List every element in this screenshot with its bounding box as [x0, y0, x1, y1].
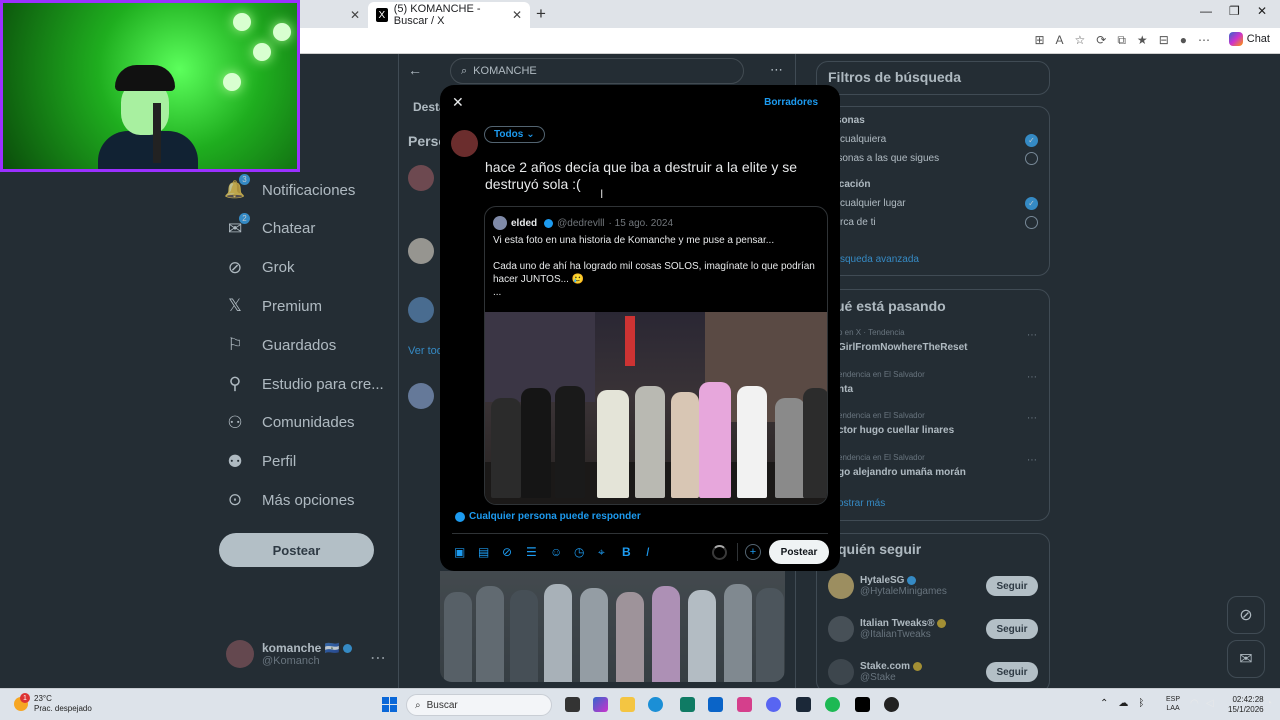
close-icon[interactable]: ✕ [452, 94, 464, 111]
minimize-icon[interactable]: — [1200, 4, 1212, 18]
tab-title: (5) KOMANCHE - Buscar / X [393, 3, 481, 27]
x-favicon-icon: X [376, 8, 388, 22]
reply-setting[interactable]: Cualquier persona puede responder [455, 511, 641, 522]
task-view-icon[interactable] [565, 697, 580, 712]
x-app-icon[interactable] [855, 697, 870, 712]
quoted-date: · 15 ago. 2024 [608, 217, 674, 229]
spotify-icon[interactable] [825, 697, 840, 712]
steam-icon[interactable] [796, 697, 811, 712]
character-count-ring-icon [712, 545, 727, 560]
collections-icon[interactable]: ⊟ [1159, 33, 1169, 48]
quoted-ellipsis: ... [493, 287, 502, 298]
system-tray: ⌃ ☁ ᛒ [1100, 698, 1144, 709]
quoted-photo[interactable] [485, 312, 827, 504]
menu-dots-icon[interactable]: ⋯ [1198, 33, 1210, 48]
text-cursor-icon: I [600, 187, 604, 201]
bluetooth-icon[interactable]: ᛒ [1138, 698, 1144, 709]
audience-selector[interactable]: Todos ⌄ [484, 126, 545, 143]
wifi-icon[interactable]: ◠ [1190, 698, 1199, 709]
volume-icon[interactable]: ◁ [1206, 698, 1214, 709]
outlook-icon[interactable] [708, 697, 723, 712]
terminal-icon[interactable] [680, 697, 695, 712]
chevron-down-icon: ⌄ [526, 129, 535, 140]
divider [737, 543, 738, 561]
cloud-icon[interactable]: ☁ [1118, 698, 1128, 709]
drafts-button[interactable]: Borradores [764, 97, 818, 108]
quoted-line: Cada uno de ahí ha logrado mil cosas SOL… [493, 261, 815, 285]
quoted-line: Vi esta foto en una historia de Komanche… [493, 235, 775, 246]
webcam-overlay [0, 0, 300, 172]
favorite-star-icon[interactable]: ☆ [1075, 33, 1086, 48]
weather-widget[interactable]: 1 23°C Prac. despejado [14, 693, 92, 714]
clock[interactable]: 02:42:28 15/1/2026 [1228, 695, 1264, 715]
quoted-name: elded [511, 217, 538, 229]
media-icon[interactable]: ▣ [454, 545, 465, 559]
grok-icon[interactable]: ⊘ [502, 545, 512, 559]
location-icon[interactable]: ⌖ [598, 545, 605, 560]
sun-icon: 1 [14, 693, 30, 711]
app-available-icon[interactable]: ⊞ [1034, 33, 1044, 48]
globe-icon [455, 511, 465, 522]
tab-close-icon[interactable]: ✕ [512, 8, 522, 22]
maximize-icon[interactable]: ❐ [1229, 4, 1240, 18]
favorites-icon[interactable]: ★ [1137, 33, 1148, 48]
split-screen-icon[interactable]: ⧉ [1117, 33, 1126, 48]
add-post-icon[interactable]: + [745, 544, 761, 560]
compose-modal: ✕ Borradores Todos ⌄ hace 2 años decía q… [440, 85, 840, 571]
obs-icon[interactable] [884, 697, 899, 712]
instagram-icon[interactable] [737, 697, 752, 712]
divider [452, 533, 828, 534]
windows-start-icon[interactable] [382, 697, 397, 712]
tab-close-icon[interactable]: ✕ [350, 8, 360, 22]
browser-tab-active[interactable]: X (5) KOMANCHE - Buscar / X ✕ [368, 2, 530, 28]
profile-icon[interactable]: ● [1180, 33, 1187, 48]
verified-icon [544, 218, 554, 228]
language-indicator[interactable]: ESP LAA [1166, 695, 1180, 713]
emoji-icon[interactable]: ☺ [550, 545, 562, 559]
chevron-up-icon[interactable]: ⌃ [1100, 698, 1108, 709]
windows-taskbar: 1 23°C Prac. despejado ⌕ Buscar ⌃ ☁ ᛒ ES… [0, 688, 1280, 720]
discord-icon[interactable] [766, 697, 781, 712]
file-explorer-icon[interactable] [620, 697, 635, 712]
compose-textarea[interactable]: hace 2 años decía que iba a destruir a l… [485, 159, 815, 193]
quoted-body: Vi esta foto en una historia de Komanche… [493, 234, 823, 299]
poll-icon[interactable]: ☰ [526, 545, 537, 559]
extensions-icon[interactable]: ⟳ [1096, 33, 1106, 48]
taskbar-search[interactable]: ⌕ Buscar [406, 694, 552, 716]
quoted-tweet[interactable]: elded @dedrevlll · 15 ago. 2024 Vi esta … [484, 206, 828, 505]
new-tab-icon[interactable]: + [536, 4, 546, 24]
weather-desc: Prac. despejado [34, 704, 92, 713]
read-aloud-icon[interactable]: A [1056, 33, 1064, 48]
copilot-icon [1228, 32, 1243, 46]
copilot-chat-button[interactable]: Chat [1228, 32, 1270, 46]
avatar [451, 130, 478, 157]
post-button[interactable]: Postear [769, 540, 829, 564]
window-close-icon[interactable]: ✕ [1257, 4, 1267, 18]
bold-icon[interactable]: B [622, 545, 631, 559]
copilot-icon[interactable] [593, 697, 608, 712]
notification-bell-icon[interactable]: ◔ [1266, 698, 1272, 709]
gif-icon[interactable]: ▤ [478, 545, 489, 559]
quoted-handle: @dedrevlll [557, 217, 605, 229]
temperature: 23°C [34, 694, 52, 703]
schedule-icon[interactable]: ◷ [574, 545, 584, 559]
italic-icon[interactable]: I [646, 545, 649, 559]
search-icon: ⌕ [415, 699, 421, 711]
avatar [493, 216, 507, 230]
edge-icon[interactable] [648, 697, 663, 712]
address-bar-icons: ⊞ A ☆ ⟳ ⧉ ★ ⊟ ● ⋯ [1034, 33, 1210, 48]
